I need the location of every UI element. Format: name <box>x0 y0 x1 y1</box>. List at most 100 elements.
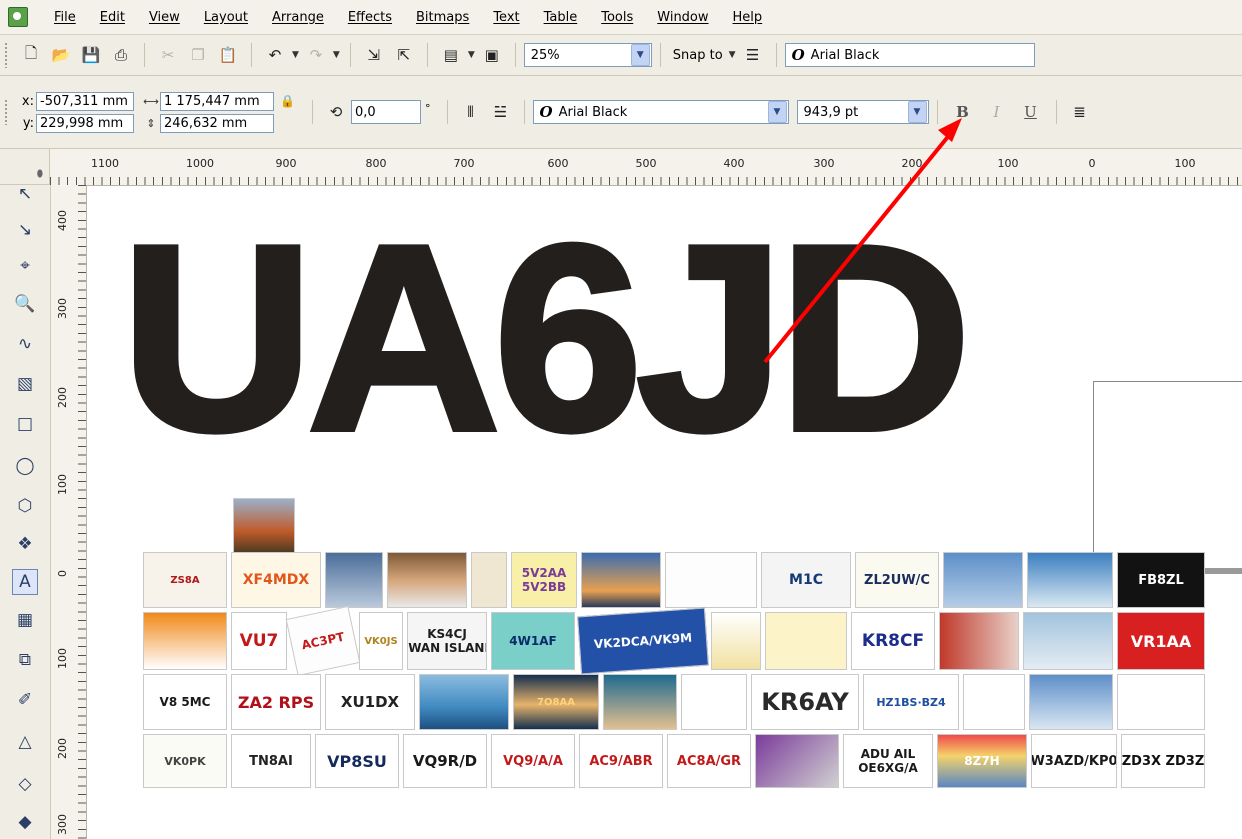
underline-button[interactable]: U <box>1019 100 1043 124</box>
bold-button[interactable]: B <box>951 100 975 124</box>
ruler-ticks <box>50 177 1242 185</box>
menu-tools[interactable]: Tools <box>589 10 645 25</box>
font-size-value: 943,9 pt <box>803 104 859 120</box>
text-tool-icon[interactable]: A <box>12 569 38 595</box>
ruler-label: 200 <box>56 387 69 408</box>
qsl-photo <box>711 612 761 670</box>
qsl-photo <box>143 612 227 670</box>
italic-button[interactable]: I <box>985 100 1009 124</box>
menu-text[interactable]: Text <box>481 10 531 25</box>
new-document-icon[interactable]: 🗋 <box>19 43 43 67</box>
menu-layout[interactable]: Layout <box>192 10 260 25</box>
y-position-field[interactable]: 229,998 mm <box>36 113 134 133</box>
font-size-combo[interactable]: 943,9 pt ▼ <box>796 100 929 124</box>
menu-file[interactable]: File <box>42 10 88 25</box>
qsl-map <box>665 552 757 608</box>
application-launcher-icon[interactable]: ▤ <box>439 43 463 67</box>
qsl-card: VK0JS <box>359 612 403 670</box>
pick-tool-icon[interactable]: ↖ <box>12 181 38 207</box>
lock-ratio-icon[interactable]: 🔒 <box>280 94 298 108</box>
smart-fill-tool-icon[interactable]: ▧ <box>12 371 38 397</box>
menu-view[interactable]: View <box>137 10 192 25</box>
qsl-photo <box>939 612 1019 670</box>
menu-effects[interactable]: Effects <box>336 10 404 25</box>
welcome-screen-icon[interactable]: ▣ <box>480 43 504 67</box>
cut-icon[interactable]: ✂ <box>156 43 180 67</box>
polygon-tool-icon[interactable]: ⬡ <box>12 493 38 519</box>
mirror-vertical-icon[interactable]: ☱ <box>489 100 513 124</box>
x-position-field[interactable]: -507,311 mm <box>36 91 134 111</box>
horizontal-ruler[interactable]: 1100 1000 900 800 700 600 500 400 300 20… <box>50 149 1242 186</box>
toolbar-separator <box>251 43 252 67</box>
ruler-origin[interactable]: ⬮ <box>0 149 50 185</box>
menu-edit[interactable]: Edit <box>88 10 137 25</box>
qsl-photo <box>765 612 847 670</box>
paste-icon[interactable]: 📋 <box>216 43 240 67</box>
degree-symbol: ° <box>425 101 431 115</box>
opentype-font-icon: O <box>539 103 553 121</box>
width-field[interactable]: 1 175,447 mm <box>160 91 274 111</box>
outline-tool-icon[interactable]: △ <box>12 729 38 755</box>
qsl-card: M1C <box>761 552 851 608</box>
ruler-label: 600 <box>547 157 569 170</box>
undo-dropdown-icon[interactable]: ▼ <box>292 50 299 60</box>
qsl-photo <box>387 552 467 608</box>
ellipse-tool-icon[interactable]: ◯ <box>12 453 38 479</box>
snap-dropdown-icon[interactable]: ▼ <box>729 50 736 60</box>
toolbar-separator <box>936 100 938 124</box>
table-tool-icon[interactable]: ▦ <box>12 607 38 633</box>
export-icon[interactable]: ⇱ <box>392 43 416 67</box>
qsl-callsign: KS4CJ <box>427 627 467 641</box>
toolbar-grip[interactable] <box>4 99 8 125</box>
chevron-down-icon[interactable]: ▼ <box>767 101 787 123</box>
interactive-blend-tool-icon[interactable]: ⧉ <box>12 647 38 673</box>
chevron-down-icon[interactable]: ▼ <box>907 101 927 123</box>
qsl-card: ADU AIL OE6XG/A <box>843 734 933 788</box>
toolbar-separator <box>144 43 145 67</box>
interactive-fill-tool-icon[interactable]: ◆ <box>12 809 38 835</box>
rotate-icon: ⟲ <box>329 103 343 121</box>
text-alignment-icon[interactable]: ≣ <box>1068 100 1092 124</box>
menu-table[interactable]: Table <box>532 10 590 25</box>
vertical-ruler[interactable]: 400 300 200 100 0 100 200 300 <box>50 185 87 839</box>
snap-to-button[interactable]: Snap to <box>669 48 727 63</box>
shape-tool-icon[interactable]: ↘ <box>12 217 38 243</box>
freehand-tool-icon[interactable]: ∿ <box>12 331 38 357</box>
font-list-combo[interactable]: O Arial Black <box>784 43 1035 67</box>
open-folder-icon[interactable]: 📂 <box>49 43 73 67</box>
qsl-card: VU7 <box>231 612 287 670</box>
save-icon[interactable]: 💾 <box>79 43 103 67</box>
qsl-card: VQ9R/D <box>403 734 487 788</box>
drawing-canvas[interactable]: UA6JD ZS8A XF4MDX 5V2AA 5V2BB M1C ZL2UW/C… <box>87 186 1242 839</box>
print-icon[interactable]: ⎙ <box>109 43 133 67</box>
chevron-down-icon[interactable]: ▼ <box>630 44 650 66</box>
menu-arrange[interactable]: Arrange <box>260 10 336 25</box>
menu-window[interactable]: Window <box>645 10 720 25</box>
height-field[interactable]: 246,632 mm <box>160 113 274 133</box>
zoom-level-combo[interactable]: 25% ▼ <box>523 43 652 67</box>
qsl-photo <box>581 552 661 608</box>
crop-tool-icon[interactable]: ⌖ <box>12 253 38 279</box>
menu-help[interactable]: Help <box>721 10 775 25</box>
undo-icon[interactable]: ↶ <box>263 43 287 67</box>
import-icon[interactable]: ⇲ <box>362 43 386 67</box>
eyedropper-tool-icon[interactable]: ✐ <box>12 687 38 713</box>
property-font-list-combo[interactable]: O Arial Black ▼ <box>532 100 789 124</box>
zoom-tool-icon[interactable]: 🔍 <box>12 291 38 317</box>
redo-dropdown-icon[interactable]: ▼ <box>333 50 340 60</box>
fill-tool-icon[interactable]: ◇ <box>12 771 38 797</box>
toolbar-grip[interactable] <box>4 42 8 68</box>
rotation-angle-field[interactable]: 0,0 <box>351 100 421 124</box>
copy-icon[interactable]: ❐ <box>186 43 210 67</box>
options-icon[interactable]: ☰ <box>741 43 765 67</box>
qsl-card-collage[interactable]: ZS8A XF4MDX 5V2AA 5V2BB M1C ZL2UW/C FB8ZL… <box>143 498 1205 788</box>
menu-bitmaps[interactable]: Bitmaps <box>404 10 481 25</box>
rectangle-tool-icon[interactable]: □ <box>12 411 38 437</box>
mirror-horizontal-icon[interactable]: ⫴ <box>459 100 483 124</box>
redo-icon[interactable]: ↷ <box>304 43 328 67</box>
launcher-dropdown-icon[interactable]: ▼ <box>468 50 475 60</box>
basic-shapes-tool-icon[interactable]: ❖ <box>12 531 38 557</box>
toolbar-separator <box>426 43 428 67</box>
callsign-text-object[interactable]: UA6JD <box>118 203 974 473</box>
ruler-label: 500 <box>635 157 657 170</box>
